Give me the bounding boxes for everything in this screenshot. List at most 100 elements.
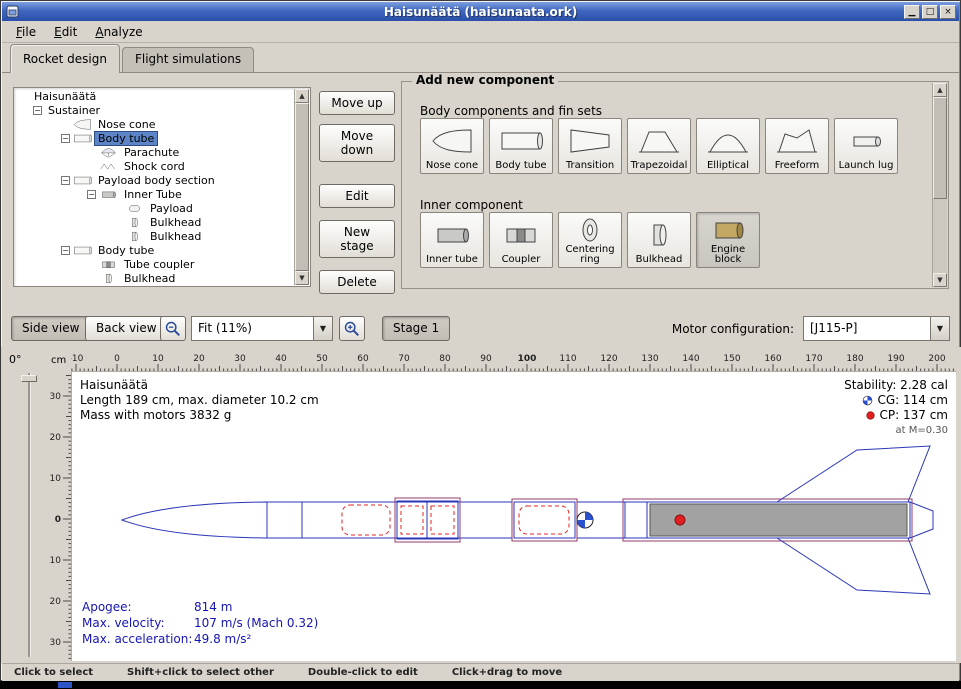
scroll-down-button[interactable]: ▼ — [933, 273, 947, 287]
tree-item-body-tube[interactable]: −Body tube — [15, 131, 294, 145]
scroll-up-button[interactable]: ▲ — [295, 89, 309, 103]
palette-row-body: Nose coneBody tubeTransitionTrapezoidalE… — [420, 118, 898, 174]
collapse-icon[interactable]: − — [61, 176, 70, 185]
stability-value: Stability: 2.28 cal — [844, 378, 948, 393]
close-button[interactable]: × — [940, 5, 956, 19]
body_tube-icon — [499, 126, 543, 156]
tree-item-haisun-t[interactable]: Haisunäätä — [15, 89, 294, 103]
tree-item-payload[interactable]: Payload — [15, 201, 294, 215]
title-bar[interactable]: Haisunäätä (haisunaata.ork) ▁ □ × — [2, 2, 959, 21]
back-view-button[interactable]: Back view — [85, 316, 168, 341]
move-up-button[interactable]: Move up — [319, 91, 395, 115]
coupler-icon — [499, 220, 543, 250]
tree-item-label: Nose cone — [95, 118, 158, 131]
collapse-icon[interactable]: − — [33, 106, 42, 115]
add-nose-cone-button[interactable]: Nose cone — [420, 118, 484, 174]
rocket-canvas[interactable]: Haisunäätä Length 189 cm, max. diameter … — [71, 371, 956, 661]
collapse-icon[interactable]: − — [87, 190, 96, 199]
nose_cone-icon — [73, 118, 92, 131]
tree-scrollbar[interactable]: ▲ ▼ — [294, 89, 309, 285]
tree-action-buttons: Move up Move down Edit New stage Delete — [319, 91, 395, 294]
add-body-tube-button[interactable]: Body tube — [489, 118, 553, 174]
add-launch-lug-button[interactable]: Launch lug — [834, 118, 898, 174]
hint-text: Double-click to edit — [308, 667, 418, 678]
svg-text:30: 30 — [50, 638, 62, 648]
tree-item-bulkhead[interactable]: Bulkhead — [15, 229, 294, 243]
svg-text:150: 150 — [723, 354, 740, 364]
move-down-button[interactable]: Move down — [319, 124, 395, 162]
tab-rocket-design[interactable]: Rocket design — [10, 44, 120, 73]
rocket-mass: Mass with motors 3832 g — [80, 408, 319, 423]
palette-scrollbar[interactable]: ▲ ▼ — [932, 83, 947, 287]
menu-file[interactable]: File — [8, 23, 44, 41]
zoom-select[interactable]: Fit (11%) ▼ — [191, 316, 333, 341]
edit-button[interactable]: Edit — [319, 184, 395, 208]
window-icon[interactable] — [6, 5, 19, 18]
slider-handle[interactable] — [21, 375, 37, 382]
add-component-title: Add new component — [412, 73, 558, 87]
side-view-button[interactable]: Side view — [11, 316, 90, 341]
tree-item-label: Bulkhead — [121, 272, 178, 285]
svg-text:180: 180 — [846, 354, 863, 364]
rotation-slider[interactable] — [23, 373, 35, 657]
tree-item-body-tube[interactable]: −Body tube — [15, 243, 294, 257]
maximize-button[interactable]: □ — [922, 5, 938, 19]
tree-item-payload-body-section[interactable]: −Payload body section — [15, 173, 294, 187]
menu-edit[interactable]: Edit — [46, 23, 85, 41]
add-engine-block-button[interactable]: Engine block — [696, 212, 760, 268]
tree-item-tube-coupler[interactable]: Tube coupler — [15, 257, 294, 271]
scrollbar-track[interactable] — [933, 97, 947, 273]
tree-item-shock-cord[interactable]: Shock cord — [15, 159, 294, 173]
add-bulkhead-button[interactable]: Bulkhead — [627, 212, 691, 268]
collapse-icon[interactable]: − — [61, 134, 70, 143]
tree-item-nose-cone[interactable]: Nose cone — [15, 117, 294, 131]
tree-item-bulkhead[interactable]: Bulkhead — [15, 215, 294, 229]
zoom-out-button[interactable] — [160, 316, 186, 341]
minimize-button[interactable]: ▁ — [904, 5, 920, 19]
motor-config-select[interactable]: [J115-P] ▼ — [803, 316, 950, 341]
add-component-panel: Add new component Body components and fi… — [401, 81, 949, 289]
velocity-label: Max. velocity: — [82, 615, 194, 631]
cg-marker — [577, 512, 593, 528]
add-inner-tube-button[interactable]: Inner tube — [420, 212, 484, 268]
tree-item-inner-tube[interactable]: −Inner Tube — [15, 187, 294, 201]
add-elliptical-button[interactable]: Elliptical — [696, 118, 760, 174]
view-toolbar: Side view Back view Fit (11%) ▼ Stage 1 … — [1, 313, 961, 347]
add-freeform-button[interactable]: Freeform — [765, 118, 829, 174]
scroll-down-button[interactable]: ▼ — [295, 271, 309, 285]
svg-text:70: 70 — [398, 354, 410, 364]
tree-item-parachute[interactable]: Parachute — [15, 145, 294, 159]
add-transition-button[interactable]: Transition — [558, 118, 622, 174]
scroll-up-button[interactable]: ▲ — [933, 83, 947, 97]
chevron-down-icon[interactable]: ▼ — [930, 317, 949, 340]
tree-item-label: Shock cord — [121, 160, 188, 173]
tab-flight-simulations[interactable]: Flight simulations — [122, 47, 254, 72]
delete-button[interactable]: Delete — [319, 270, 395, 294]
add-trapezoidal-button[interactable]: Trapezoidal — [627, 118, 691, 174]
zoom-in-button[interactable] — [339, 316, 365, 341]
menu-analyze[interactable]: Analyze — [87, 23, 150, 41]
parachute-icon — [99, 146, 118, 159]
body-components-label: Body components and fin sets — [420, 104, 602, 118]
tree-item-label: Haisunäätä — [31, 90, 99, 103]
motor-config-value: [J115-P] — [804, 317, 930, 340]
scrollbar-thumb[interactable] — [933, 97, 947, 199]
stage-1-button[interactable]: Stage 1 — [382, 316, 450, 341]
scrollbar-thumb[interactable] — [295, 103, 309, 271]
tree-item-sustainer[interactable]: −Sustainer — [15, 103, 294, 117]
tree-item-bulkhead[interactable]: Bulkhead — [15, 271, 294, 285]
add-coupler-button[interactable]: Coupler — [489, 212, 553, 268]
new-stage-button[interactable]: New stage — [319, 220, 395, 258]
svg-text:100: 100 — [518, 354, 537, 364]
add-centering-ring-button[interactable]: Centering ring — [558, 212, 622, 268]
stability-info: Stability: 2.28 cal CG: 114 cm CP: 137 c… — [844, 378, 948, 438]
tree-item-label: Bulkhead — [147, 216, 204, 229]
collapse-icon[interactable]: − — [61, 246, 70, 255]
scrollbar-track[interactable] — [295, 103, 309, 271]
svg-text:-30: -30 — [49, 392, 61, 402]
tree-item-label: Bulkhead — [147, 230, 204, 243]
svg-text:110: 110 — [559, 354, 576, 364]
palette-row-inner: Inner tubeCouplerCentering ringBulkheadE… — [420, 212, 760, 268]
chevron-down-icon[interactable]: ▼ — [313, 317, 332, 340]
fin_elliptical-icon — [706, 126, 750, 156]
